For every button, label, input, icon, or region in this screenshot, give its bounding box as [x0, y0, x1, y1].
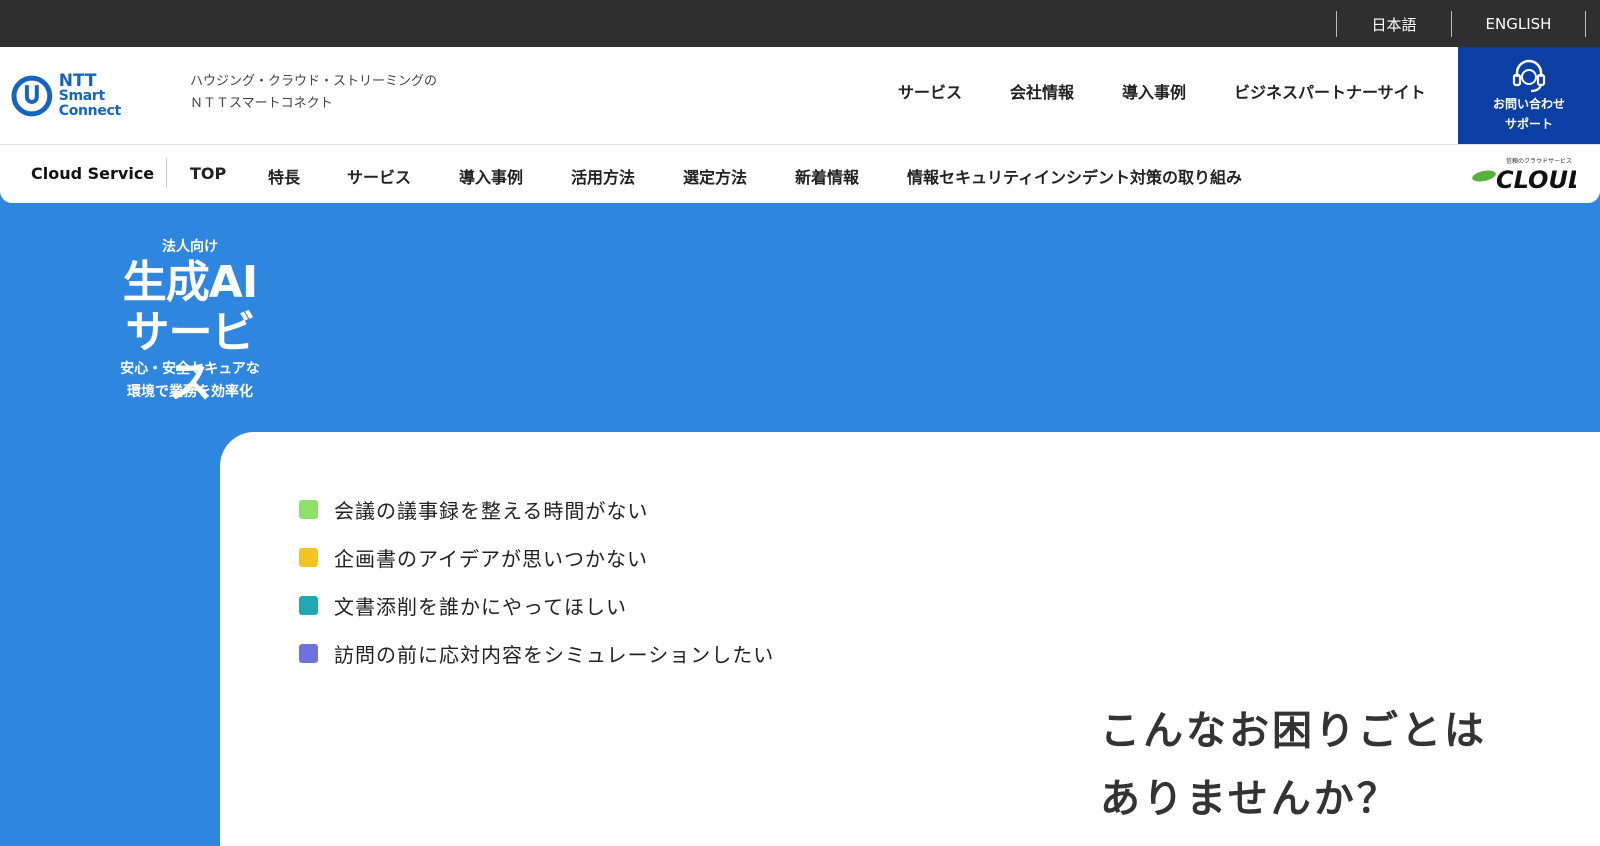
company-tagline: ハウジング・クラウド・ストリーミングの ＮＴＴスマートコネクト: [190, 71, 437, 115]
top-bar: 日本語 ENGLISH: [0, 0, 1600, 47]
main-nav-services[interactable]: サービス: [898, 79, 962, 103]
contact-label: お問い合わせ: [1492, 97, 1565, 111]
problem-text: 会議の議事録を整える時間がない: [334, 499, 649, 523]
subnav-item-services[interactable]: サービス: [347, 164, 411, 188]
problem-item: 訪問の前に応対内容をシミュレーションしたい: [299, 639, 774, 668]
subnav-item-case-studies[interactable]: 導入事例: [459, 164, 523, 188]
subnav-divider: [166, 158, 167, 188]
problems-card: 会議の議事録を整える時間がない 企画書のアイデアが思いつかない 文書添削を誰かに…: [220, 432, 1600, 846]
logo-text-smart-connect: Smart Connect: [58, 87, 122, 119]
green-square-icon: [299, 500, 318, 519]
main-nav-case-studies[interactable]: 導入事例: [1122, 79, 1186, 103]
problem-item: 文書添削を誰かにやってほしい: [299, 591, 627, 620]
subnav-item-features[interactable]: 特長: [268, 164, 300, 188]
hero-subtitle-line2: 環境で業務を効率化: [127, 384, 253, 400]
problem-text: 企画書のアイデアが思いつかない: [334, 547, 648, 571]
site-header: NTT Smart Connect ハウジング・クラウド・ストリーミングの ＮＴ…: [0, 47, 1600, 144]
hero-subtitle: 安心・安全セキュアな 環境で業務を効率化: [100, 358, 280, 404]
logo-text-ntt: NTT: [58, 70, 97, 91]
subnav-title[interactable]: Cloud Service: [31, 164, 154, 183]
contact-support-button[interactable]: お問い合わせ サポート: [1458, 47, 1600, 144]
subnav-item-news[interactable]: 新着情報: [795, 164, 859, 188]
subnav-item-usage[interactable]: 活用方法: [571, 164, 635, 188]
subnav-item-top[interactable]: TOP: [190, 164, 226, 183]
problem-text: 文書添削を誰かにやってほしい: [334, 595, 627, 619]
ntt-smart-connect-logo[interactable]: NTT Smart Connect: [11, 70, 171, 119]
language-english-link[interactable]: ENGLISH: [1451, 11, 1586, 37]
tagline-line1: ハウジング・クラウド・ストリーミングの: [190, 74, 438, 89]
question-line2: ありませんか？: [1100, 776, 1400, 822]
problem-text: 訪問の前に応対内容をシミュレーションしたい: [334, 643, 775, 667]
problems-question-heading: こんなお困りごとは ありませんか？: [1100, 697, 1487, 833]
hero-target-label: 法人向け: [162, 239, 218, 255]
support-label: サポート: [1504, 117, 1553, 131]
main-nav-company[interactable]: 会社情報: [1010, 79, 1074, 103]
subnav-item-selection[interactable]: 選定方法: [683, 164, 747, 188]
yellow-square-icon: [299, 548, 318, 567]
headset-icon: [1512, 59, 1546, 93]
tagline-line2: ＮＴＴスマートコネクト: [190, 96, 333, 111]
cloud-logo-icon: 信頼のクラウドサービス CLOUD: [1472, 157, 1588, 194]
cloud-logo-small-text: 信頼のクラウドサービス: [1506, 157, 1572, 165]
hero-subtitle-line1: 安心・安全セキュアな: [120, 361, 260, 377]
problem-item: 会議の議事録を整える時間がない: [299, 495, 648, 524]
teal-square-icon: [299, 596, 318, 615]
question-line1: こんなお困りごとは: [1100, 708, 1487, 754]
subnav-item-security-incident[interactable]: 情報セキュリティインシデント対策の取り組み: [907, 164, 1242, 188]
problem-item: 企画書のアイデアが思いつかない: [299, 543, 648, 572]
language-japanese-link[interactable]: 日本語: [1336, 11, 1451, 37]
cloud-logo-main-text: CLOUD: [1496, 166, 1576, 193]
cloud-service-logo[interactable]: 信頼のクラウドサービス CLOUD: [1472, 155, 1588, 194]
ntt-logo-icon: [11, 75, 53, 117]
purple-square-icon: [299, 644, 318, 663]
cloud-service-subnav: Cloud Service TOP 特長 サービス 導入事例 活用方法 選定方法…: [0, 144, 1600, 203]
main-nav-business-partner[interactable]: ビジネスパートナーサイト: [1234, 79, 1426, 103]
hero-title-line1: 生成AI: [122, 257, 258, 308]
